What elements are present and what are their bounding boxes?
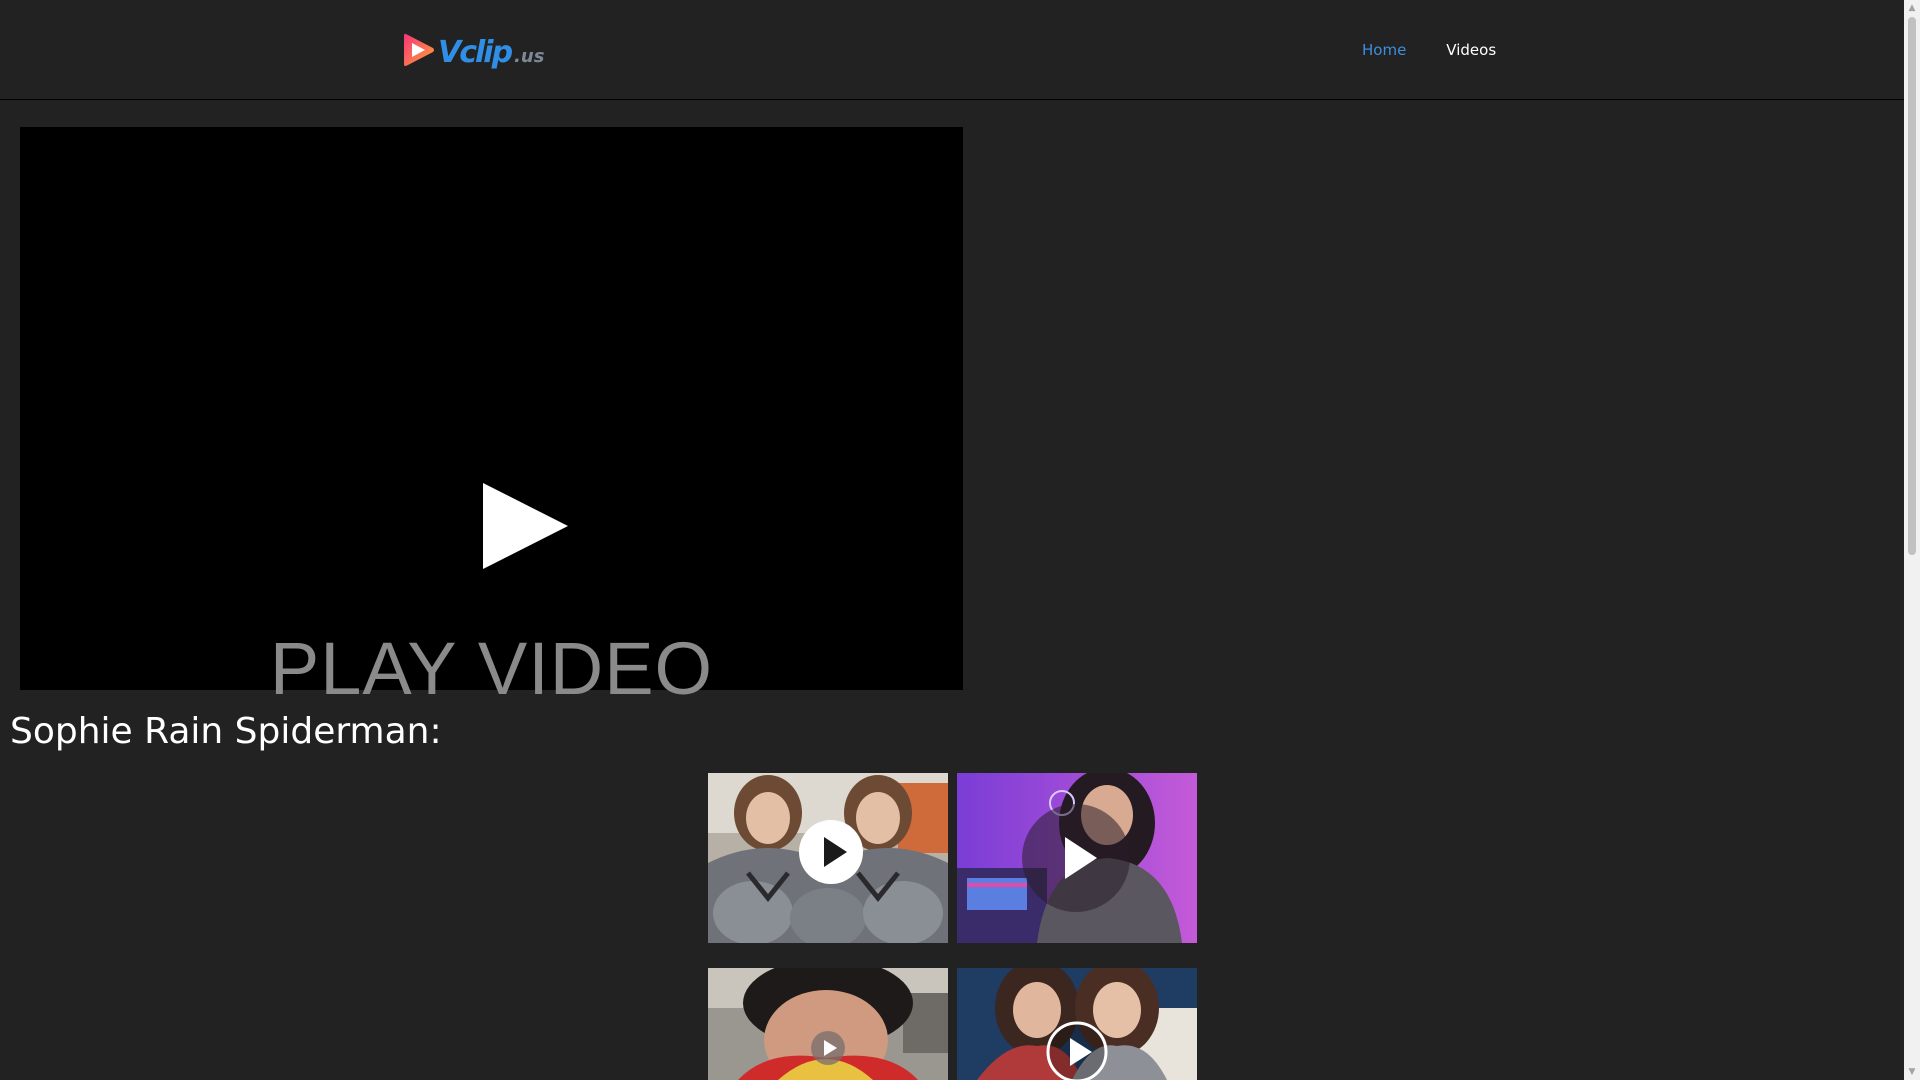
scroll-down-arrow-icon[interactable]: ▼ (1904, 1064, 1920, 1080)
page-title: Sophie Rain Spiderman: (10, 711, 442, 752)
scrollbar-thumb[interactable] (1908, 17, 1916, 555)
video-thumbnail[interactable] (708, 773, 948, 943)
page: Vclip .us Home Videos PLAY VIDEO Sophie … (0, 0, 1920, 1080)
site-logo[interactable]: Vclip .us (402, 29, 544, 71)
play-icon (1022, 804, 1130, 912)
play-video-caption: PLAY VIDEO (269, 627, 714, 710)
page-scrollbar[interactable]: ▲ ▼ (1904, 0, 1920, 1080)
nav-videos-link[interactable]: Videos (1446, 40, 1496, 60)
logo-wordmark: Vclip .us (438, 35, 544, 70)
nav-home-link[interactable]: Home (1362, 40, 1406, 60)
video-player[interactable]: PLAY VIDEO (20, 127, 963, 710)
site-header: Vclip .us Home Videos (0, 0, 1904, 100)
play-icon (811, 1031, 845, 1065)
logo-main-text: Vclip (438, 34, 513, 70)
video-thumbnail[interactable] (957, 773, 1197, 943)
play-icon[interactable] (481, 482, 569, 570)
logo-play-icon (404, 33, 434, 66)
video-thumbnail[interactable] (708, 968, 948, 1080)
play-icon (799, 820, 863, 884)
main-nav: Home Videos (1362, 40, 1496, 60)
logo-tld-text: .us (514, 45, 545, 67)
scroll-up-arrow-icon[interactable]: ▲ (1904, 0, 1920, 16)
play-icon (1046, 1021, 1108, 1080)
video-thumbnail[interactable] (957, 968, 1197, 1080)
